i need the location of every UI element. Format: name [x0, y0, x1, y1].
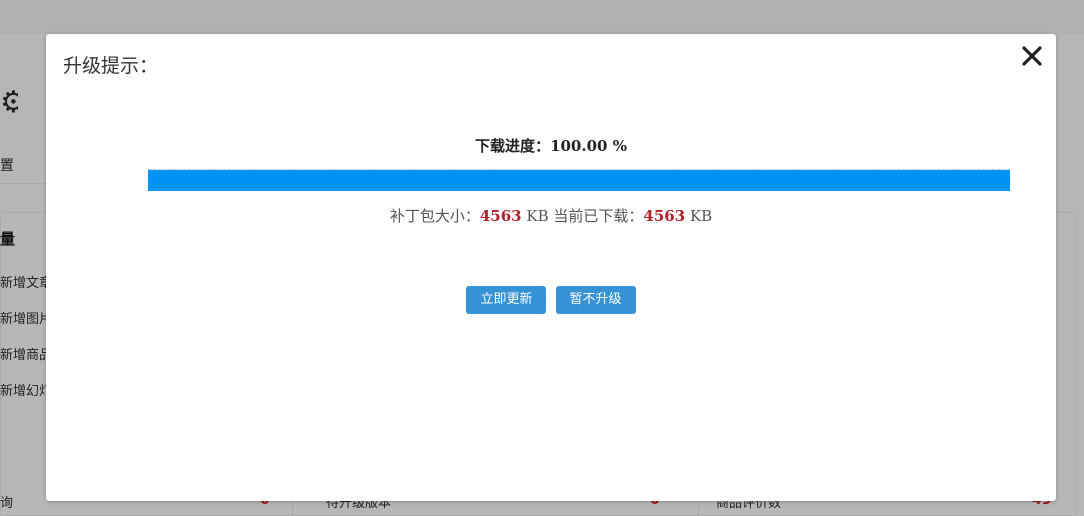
not-now-button[interactable]: 暂不升级: [555, 286, 636, 314]
background-stat-item: 新增文章: [0, 276, 53, 291]
close-icon: [1022, 46, 1042, 66]
size-info: 补丁包大小：4563 KB 当前已下载：4563 KB: [46, 205, 1056, 226]
close-button[interactable]: [1016, 40, 1048, 72]
package-size-label: 补丁包大小：: [389, 207, 480, 225]
progress-bar-fill: [148, 170, 1010, 191]
gear-icon: ⚙: [0, 88, 18, 118]
background-footer-label: 询: [0, 496, 14, 511]
progress-text: 下载进度：100.00 %: [46, 135, 1056, 156]
progress-value: 100.00 %: [550, 137, 627, 155]
background-stat-item: 新增幻灯: [0, 384, 53, 399]
background-stat-item: 新增商品: [0, 348, 53, 363]
background-stat-item: 新增图片: [0, 312, 53, 327]
dialog-actions: 立即更新 暂不升级: [46, 286, 1056, 314]
downloaded-unit: KB: [689, 207, 713, 225]
package-size-value: 4563: [479, 207, 522, 225]
downloaded-value: 4563: [643, 207, 686, 225]
progress-bar: [148, 169, 1010, 191]
background-topbar: [0, 0, 1084, 34]
background-panel-title: 量: [0, 230, 16, 248]
package-size-unit: KB: [526, 207, 549, 225]
progress-label: 下载进度：: [475, 137, 551, 155]
upgrade-dialog: 升级提示： 下载进度：100.00 % 补丁包大小：4563 KB 当前已下载：…: [46, 34, 1056, 501]
background-settings-label: 置: [0, 158, 14, 174]
downloaded-label: 当前已下载：: [553, 207, 644, 225]
update-now-button[interactable]: 立即更新: [466, 286, 547, 314]
dialog-title: 升级提示：: [63, 55, 159, 77]
